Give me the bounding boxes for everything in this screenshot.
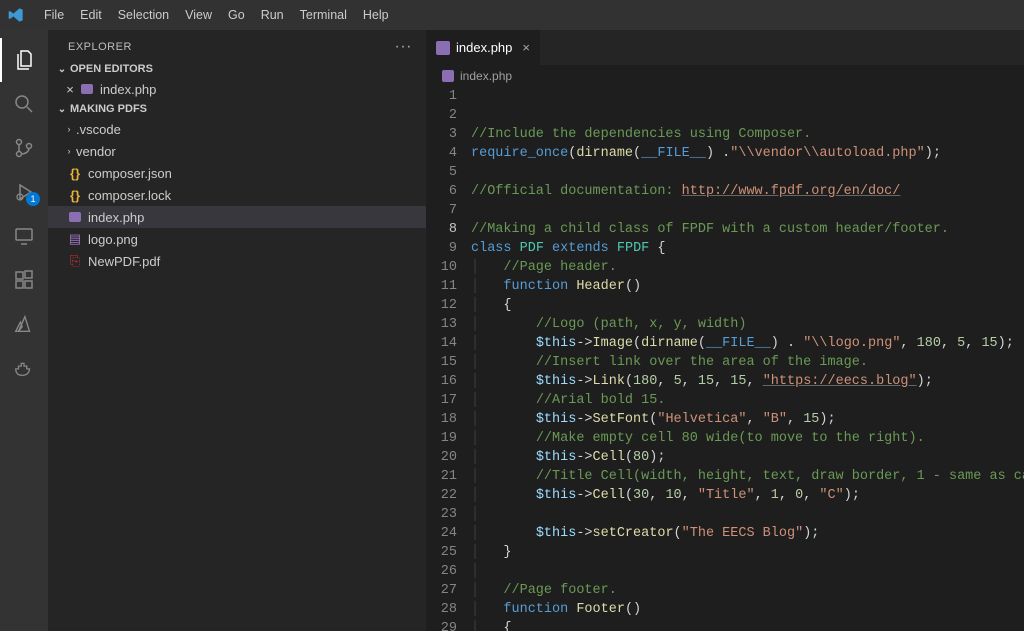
docker-icon — [13, 357, 35, 379]
activity-search[interactable] — [0, 82, 48, 126]
chevron-right-icon: › — [62, 146, 76, 156]
debug-badge: 1 — [26, 192, 40, 206]
close-icon[interactable]: × — [62, 82, 78, 97]
tree-label: index.php — [88, 210, 144, 225]
open-editor-label: index.php — [100, 82, 156, 97]
tree-folder-vendor[interactable]: ›vendor — [48, 140, 426, 162]
menu-edit[interactable]: Edit — [72, 0, 110, 30]
search-icon — [12, 92, 36, 116]
files-icon — [13, 48, 37, 72]
open-editor-item[interactable]: × index.php — [48, 78, 426, 100]
tree-file-newpdf[interactable]: ⎘ NewPDF.pdf — [48, 250, 426, 272]
workspace-label: MAKING PDFS — [70, 103, 147, 115]
chevron-down-icon: ⌄ — [54, 64, 70, 75]
tree-folder-vscode[interactable]: ›.vscode — [48, 118, 426, 140]
tree-file-logo-png[interactable]: ▤ logo.png — [48, 228, 426, 250]
activity-explorer[interactable] — [0, 38, 48, 82]
chevron-right-icon: › — [62, 124, 76, 134]
titlebar: File Edit Selection View Go Run Terminal… — [0, 0, 1024, 30]
activity-remote[interactable] — [0, 214, 48, 258]
tree-file-composer-json[interactable]: {} composer.json — [48, 162, 426, 184]
vscode-logo-icon — [8, 7, 24, 23]
menu-run[interactable]: Run — [253, 0, 292, 30]
pdf-icon: ⎘ — [66, 253, 84, 269]
explorer-header: EXPLORER ··· — [48, 30, 426, 60]
breadcrumb-label: index.php — [460, 69, 512, 83]
json-icon: {} — [66, 188, 84, 203]
activity-bar: 1 — [0, 30, 48, 631]
tree-label: NewPDF.pdf — [88, 254, 160, 269]
json-icon: {} — [66, 166, 84, 181]
explorer-sidebar: EXPLORER ··· ⌄ OPEN EDITORS × index.php … — [48, 30, 426, 631]
tree-label: .vscode — [76, 122, 121, 137]
editor-area: index.php × index.php 123456789101112131… — [426, 30, 1024, 631]
activity-extensions[interactable] — [0, 258, 48, 302]
main-area: 1 EXPLORER ··· ⌄ OPEN EDITORS × index.ph… — [0, 30, 1024, 631]
open-editors-label: OPEN EDITORS — [70, 63, 153, 75]
image-icon: ▤ — [66, 231, 84, 247]
tree-file-composer-lock[interactable]: {} composer.lock — [48, 184, 426, 206]
file-tree: ›.vscode ›vendor {} composer.json {} compo… — [48, 118, 426, 272]
menu-view[interactable]: View — [177, 0, 220, 30]
azure-icon — [13, 313, 35, 335]
php-icon — [66, 212, 84, 222]
workspace-head[interactable]: ⌄ MAKING PDFS — [48, 100, 426, 118]
remote-icon — [12, 224, 36, 248]
menu-terminal[interactable]: Terminal — [292, 0, 355, 30]
menu-selection[interactable]: Selection — [110, 0, 177, 30]
php-icon — [442, 70, 454, 82]
chevron-down-icon: ⌄ — [54, 104, 70, 115]
activity-docker[interactable] — [0, 346, 48, 390]
menu-help[interactable]: Help — [355, 0, 397, 30]
menu-go[interactable]: Go — [220, 0, 253, 30]
breadcrumb[interactable]: index.php — [426, 65, 1024, 87]
open-editors-head[interactable]: ⌄ OPEN EDITORS — [48, 60, 426, 78]
tree-file-index-php[interactable]: index.php — [48, 206, 426, 228]
editor-tabs: index.php × — [426, 30, 1024, 65]
explorer-more-icon[interactable]: ··· — [395, 38, 412, 56]
tree-label: vendor — [76, 144, 116, 159]
activity-debug[interactable]: 1 — [0, 170, 48, 214]
tab-label: index.php — [456, 40, 512, 55]
explorer-title: EXPLORER — [68, 41, 132, 53]
code-editor[interactable]: 1234567891011121314151617181920212223242… — [426, 87, 1024, 631]
php-icon — [78, 84, 96, 94]
activity-azure[interactable] — [0, 302, 48, 346]
close-icon[interactable]: × — [522, 40, 530, 55]
tab-index-php[interactable]: index.php × — [426, 30, 541, 65]
branch-icon — [12, 136, 36, 160]
line-gutter: 1234567891011121314151617181920212223242… — [426, 87, 471, 631]
activity-scm[interactable] — [0, 126, 48, 170]
tree-label: composer.json — [88, 166, 172, 181]
php-icon — [436, 41, 450, 55]
code-content[interactable]: //Include the dependencies using Compose… — [471, 87, 1024, 631]
extensions-icon — [12, 268, 36, 292]
tree-label: composer.lock — [88, 188, 171, 203]
menu-file[interactable]: File — [36, 0, 72, 30]
tree-label: logo.png — [88, 232, 138, 247]
menu-bar: File Edit Selection View Go Run Terminal… — [36, 0, 397, 30]
